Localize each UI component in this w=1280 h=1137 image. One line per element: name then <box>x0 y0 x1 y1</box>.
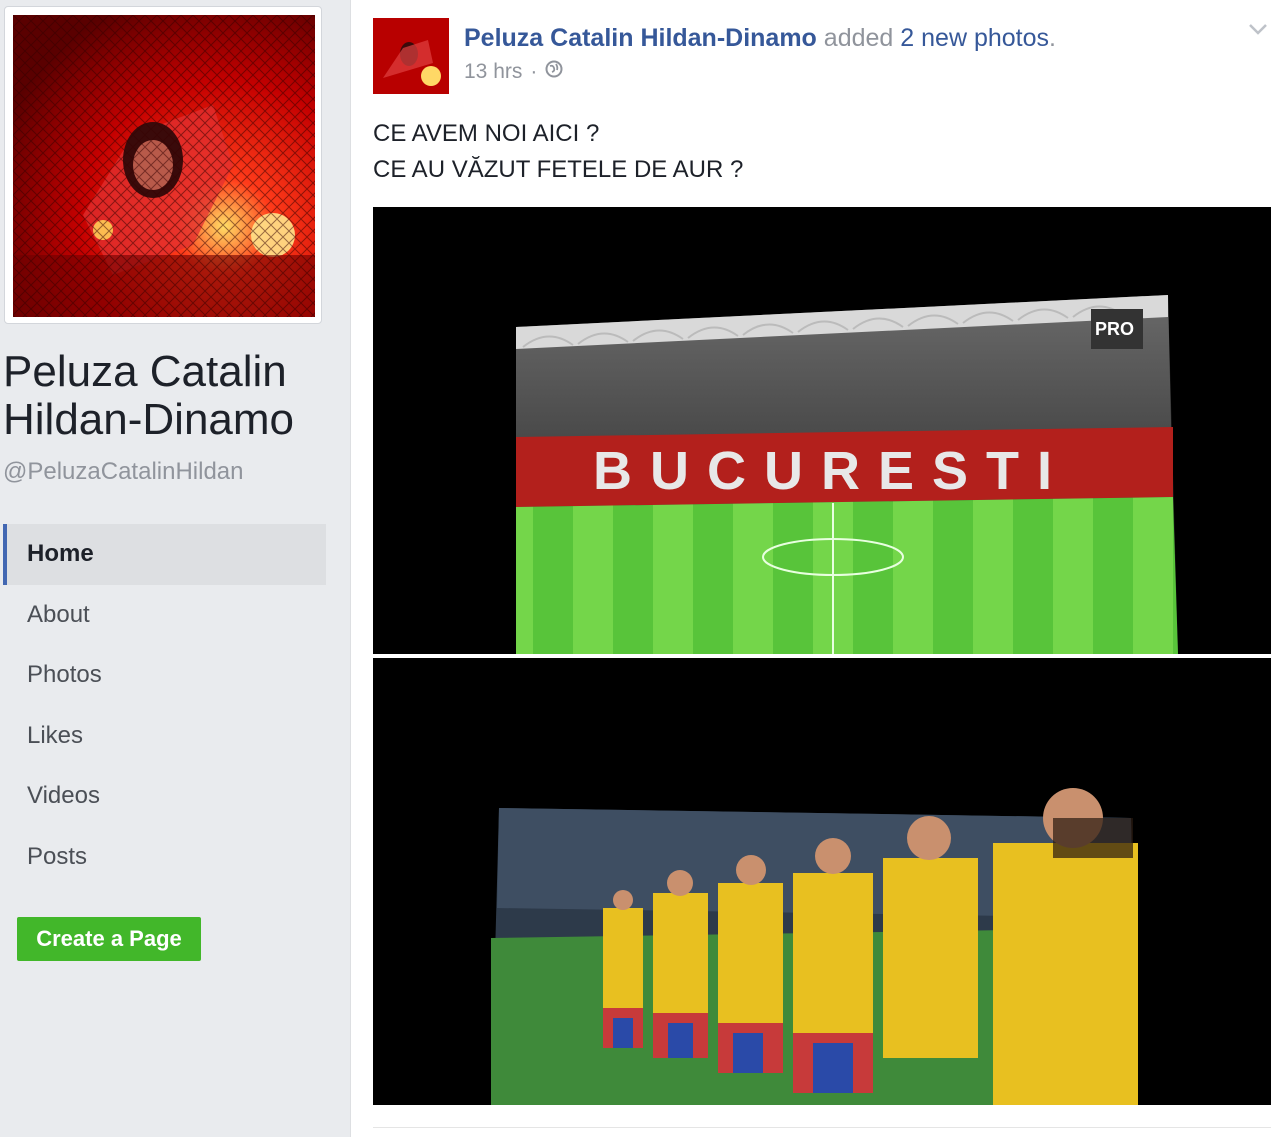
post-photo-lineup[interactable] <box>373 658 1271 1105</box>
nav-item-photos[interactable]: Photos <box>3 645 326 706</box>
post-header: Peluza Catalin Hildan-Dinamo added 2 new… <box>464 22 1056 54</box>
create-page-button[interactable]: Create a Page <box>17 917 201 961</box>
profile-photo[interactable] <box>13 15 315 317</box>
post-author-link[interactable]: Peluza Catalin Hildan-Dinamo <box>464 24 817 52</box>
nav-item-likes[interactable]: Likes <box>3 706 326 767</box>
post-timestamp[interactable]: 13 hrs <box>464 60 522 84</box>
nav-item-posts[interactable]: Posts <box>3 827 326 888</box>
post-divider <box>373 1127 1271 1128</box>
globe-icon[interactable] <box>545 60 563 84</box>
new-photos-link[interactable]: 2 new photos <box>900 24 1049 52</box>
nav-item-videos[interactable]: Videos <box>3 766 326 827</box>
post-text-line: CE AVEM NOI AICI ? <box>373 120 600 147</box>
broadcaster-logo: PRO <box>1095 319 1134 339</box>
page-sidebar: Peluza Catalin Hildan-Dinamo @PeluzaCata… <box>0 0 351 1137</box>
nav-item-about[interactable]: About <box>3 585 326 646</box>
page-username: @PeluzaCatalinHildan <box>3 458 244 485</box>
post-photo-stadium[interactable]: BUCURESTI PRO <box>373 207 1271 654</box>
post-action-suffix: . <box>1049 24 1056 52</box>
profile-picture-frame[interactable] <box>4 6 322 324</box>
post-meta: 13 hrs · <box>464 60 563 84</box>
feed-post: Peluza Catalin Hildan-Dinamo added 2 new… <box>351 0 1280 1137</box>
post-action-text: added <box>823 24 894 52</box>
meta-separator: · <box>530 60 538 83</box>
page-title[interactable]: Peluza Catalin Hildan-Dinamo <box>3 348 343 444</box>
nav-item-home[interactable]: Home <box>3 524 326 585</box>
post-options-chevron-icon[interactable] <box>1248 22 1268 41</box>
post-author-avatar[interactable] <box>373 18 449 94</box>
bucuresti-choreo-text: BUCURESTI <box>593 441 1070 501</box>
page-nav: Home About Photos Likes Videos Posts <box>3 524 326 887</box>
post-text-line: CE AU VĂZUT FETELE DE AUR ? <box>373 156 744 183</box>
post-message: CE AVEM NOI AICI ? CE AU VĂZUT FETELE DE… <box>373 116 743 188</box>
